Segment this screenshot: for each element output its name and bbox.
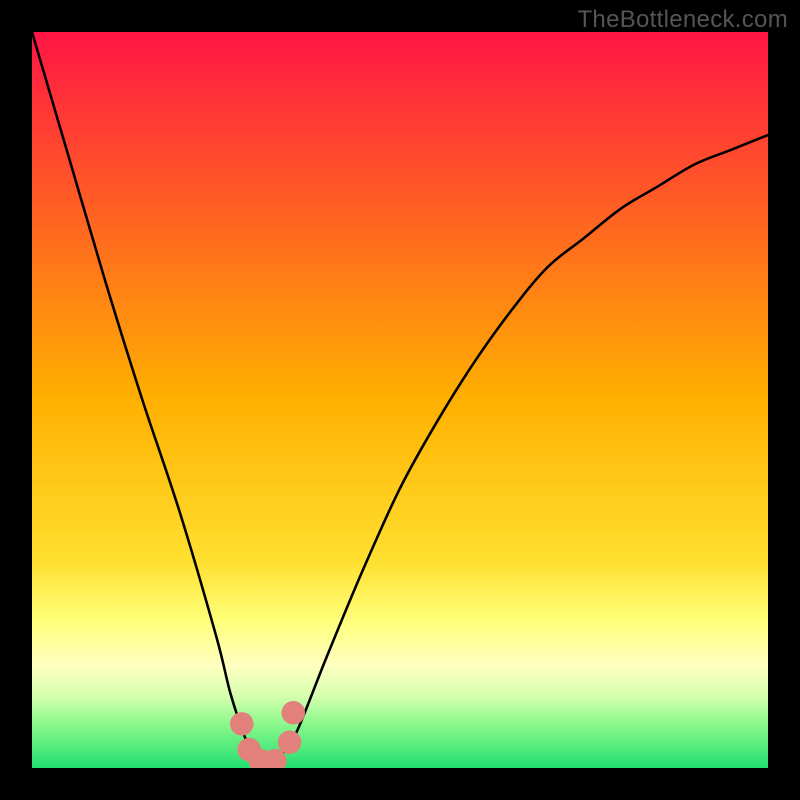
bottleneck-chart [32,32,768,768]
curve-marker [278,730,302,754]
chart-stage: TheBottleneck.com [0,0,800,800]
watermark-text: TheBottleneck.com [577,6,788,34]
curve-marker [282,701,306,725]
curve-marker [230,712,254,736]
